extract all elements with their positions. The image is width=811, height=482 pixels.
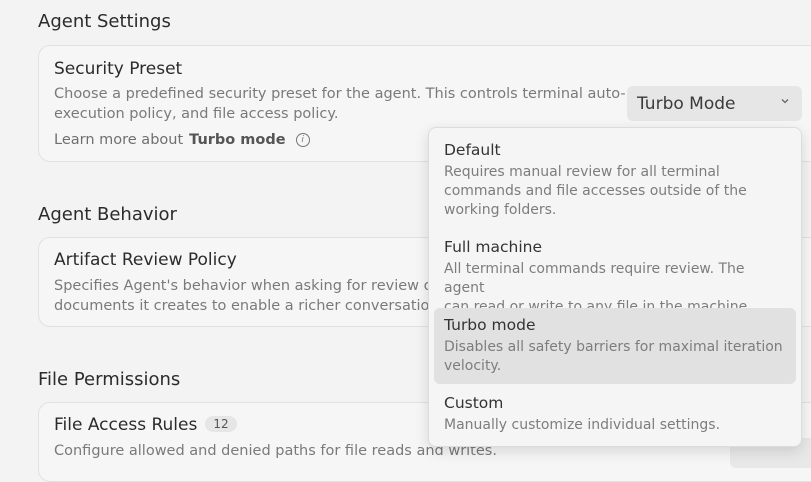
option-title: Custom [444, 394, 504, 412]
turbo-mode-link[interactable]: Turbo mode [189, 132, 285, 148]
option-desc-line: Requires manual review for all terminal [444, 164, 720, 180]
option-description: Disables all safety barriers for maximal… [444, 338, 786, 376]
file-access-title-text: File Access Rules [54, 415, 198, 435]
option-desc-line: working folders. [444, 202, 557, 218]
option-title: Full machine [444, 238, 543, 256]
option-title: Default [444, 141, 501, 159]
section-title-agent-settings: Agent Settings [38, 11, 171, 32]
option-title: Turbo mode [444, 316, 536, 334]
option-custom[interactable]: Custom Manually customize individual set… [434, 393, 796, 435]
artifact-review-description: Specifies Agent's behavior when asking f… [54, 276, 452, 316]
learn-more-turbo-link[interactable]: Learn more about Turbo mode i [54, 132, 310, 148]
security-preset-select[interactable]: Turbo Mode [627, 86, 802, 121]
learn-more-prefix: Learn more about [54, 132, 184, 148]
section-title-file-permissions: File Permissions [38, 369, 181, 390]
description-line: documents it creates to enable a richer … [54, 298, 453, 314]
option-desc-line: commands and file accesses outside of th… [444, 183, 747, 199]
security-preset-title: Security Preset [54, 59, 183, 79]
chevron-down-icon [781, 99, 789, 104]
artifact-review-title: Artifact Review Policy [54, 250, 237, 270]
description-line: execution policy, and file access policy… [54, 106, 339, 122]
option-description: Requires manual review for all terminal … [444, 163, 786, 220]
option-description: Manually customize individual settings. [444, 416, 786, 435]
description-line: Choose a predefined security preset for … [54, 86, 626, 102]
option-turbo-mode[interactable]: Turbo mode Disables all safety barriers … [434, 308, 796, 384]
option-desc-line: velocity. [444, 358, 502, 374]
option-full-machine[interactable]: Full machine All terminal commands requi… [434, 237, 796, 317]
option-default[interactable]: Default Requires manual review for all t… [434, 140, 796, 220]
file-access-title: File Access Rules 12 [54, 415, 237, 435]
info-icon[interactable]: i [295, 133, 310, 147]
section-title-agent-behavior: Agent Behavior [38, 204, 177, 225]
option-desc-line: All terminal commands require review. Th… [444, 261, 745, 296]
select-value: Turbo Mode [637, 93, 736, 114]
security-preset-description: Choose a predefined security preset for … [54, 84, 626, 124]
option-desc-line: Manually customize individual settings. [444, 417, 721, 433]
security-preset-dropdown: Default Requires manual review for all t… [428, 127, 802, 447]
file-access-count-badge: 12 [205, 416, 237, 432]
option-desc-line: Disables all safety barriers for maximal… [444, 339, 783, 355]
description-line: Specifies Agent's behavior when asking f… [54, 278, 442, 294]
